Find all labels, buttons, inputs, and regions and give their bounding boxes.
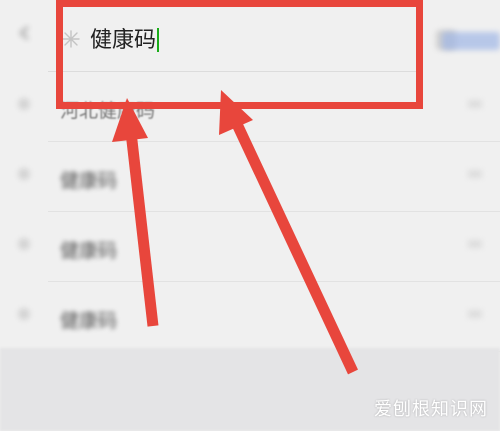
search-input[interactable]: 健康码 (90, 28, 160, 54)
suggestion-label: 健康码 (60, 170, 118, 192)
suggestion-item[interactable]: 健康码 (0, 142, 500, 212)
search-button[interactable]: 搜索 (442, 32, 500, 50)
screen: 健康码 搜索 河北健康码 健康码 健康码 健康码 (0, 0, 500, 431)
fill-arrow-icon[interactable] (468, 240, 482, 248)
suggestion-label: 健康码 (60, 240, 118, 262)
fill-arrow-icon[interactable] (468, 100, 482, 108)
star-icon (62, 30, 80, 48)
suggestion-search-icon (18, 168, 30, 180)
suggestion-search-icon (18, 238, 30, 250)
watermark: 爱刨根知识网 (374, 399, 488, 420)
back-arrow-icon[interactable] (18, 26, 32, 40)
suggestion-label: 河北健康码 (60, 100, 156, 122)
suggestion-label: 健康码 (60, 310, 118, 332)
suggestion-item[interactable]: 健康码 (0, 282, 500, 352)
suggestion-item[interactable]: 河北健康码 (0, 72, 500, 142)
suggestion-item[interactable]: 健康码 (0, 212, 500, 282)
text-caret (157, 28, 160, 52)
suggestion-search-icon (18, 308, 30, 320)
fill-arrow-icon[interactable] (468, 310, 482, 318)
fill-arrow-icon[interactable] (468, 170, 482, 178)
suggestion-search-icon (18, 98, 30, 110)
search-input-text: 健康码 (90, 28, 157, 53)
search-bar[interactable]: 健康码 (48, 0, 456, 72)
